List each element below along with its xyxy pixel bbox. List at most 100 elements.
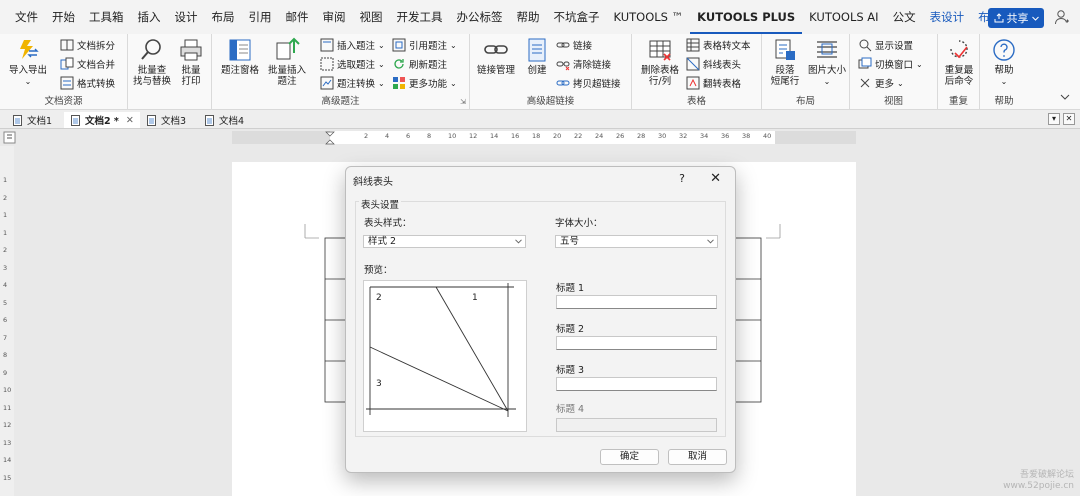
title3-input[interactable] bbox=[556, 377, 717, 391]
doc-tab-3[interactable]: 文档3 bbox=[140, 112, 192, 128]
format-convert-button[interactable]: 格式转换 bbox=[60, 74, 115, 92]
display-settings-button[interactable]: 显示设置 bbox=[858, 36, 913, 54]
menu-toolbox[interactable]: 工具箱 bbox=[82, 0, 131, 34]
insert-caption-label: 插入题注 bbox=[337, 41, 376, 52]
group-repeat: 重复最 后命令 重复 bbox=[938, 34, 980, 110]
font-size-select[interactable]: 五号 bbox=[555, 235, 718, 248]
clear-link-button[interactable]: 清除链接 bbox=[556, 55, 611, 73]
group-label: 布局 bbox=[795, 96, 815, 107]
dialog-title: 斜线表头 bbox=[353, 177, 393, 188]
doc-merge-button[interactable]: 文档合并 bbox=[60, 55, 115, 73]
doc-tab-1[interactable]: 文档1 bbox=[6, 112, 58, 128]
help-icon[interactable]: ? bbox=[679, 172, 685, 185]
menu-help[interactable]: 帮助 bbox=[510, 0, 547, 34]
ruler-tick-label: 13 bbox=[3, 438, 12, 447]
close-icon[interactable]: ✕ bbox=[710, 171, 721, 186]
chevron-down-icon bbox=[707, 239, 714, 244]
group-label: 表格 bbox=[686, 96, 706, 107]
switch-window-button[interactable]: 切换窗口 ⌄ bbox=[858, 55, 923, 73]
document-icon bbox=[13, 114, 22, 126]
menu-official-doc[interactable]: 公文 bbox=[886, 0, 923, 34]
title1-input[interactable] bbox=[556, 295, 717, 309]
header-settings-label: 表头设置 bbox=[359, 197, 402, 211]
more-features-button[interactable]: 更多功能 ⌄ bbox=[392, 74, 457, 92]
close-icon[interactable]: ✕ bbox=[126, 115, 134, 126]
title2-input[interactable] bbox=[556, 336, 717, 350]
menu-view[interactable]: 视图 bbox=[353, 0, 390, 34]
repeat-last-command-button[interactable]: 重复最 后命令 bbox=[940, 37, 978, 87]
doc-tab-4[interactable]: 文档4 bbox=[198, 112, 250, 128]
ruler-tick-label: 2 bbox=[364, 132, 369, 140]
share-button[interactable]: 共享 bbox=[988, 8, 1044, 28]
horizontal-ruler[interactable]: 2 4 6 8 10 12 14 16 18 20 22 24 26 28 30 32 34 36 38 40 bbox=[232, 130, 856, 144]
ruler-tick-label: 4 bbox=[3, 281, 8, 289]
preview-number-2: 2 bbox=[376, 293, 382, 303]
paragraph-short-tail-button[interactable]: 段落 短尾行 bbox=[766, 37, 804, 87]
paragraph-icon bbox=[775, 39, 795, 60]
dialog-launcher-icon[interactable]: ⇲ bbox=[460, 98, 466, 106]
delete-rows-cols-label: 删除表格 行/列 bbox=[640, 65, 679, 87]
cancel-button[interactable]: 取消 bbox=[668, 449, 727, 465]
insert-caption-button[interactable]: 插入题注 ⌄ bbox=[320, 36, 385, 54]
menu-kutools-ai[interactable]: KUTOOLS AI bbox=[802, 0, 885, 34]
ok-button[interactable]: 确定 bbox=[600, 449, 659, 465]
tab-close-button[interactable]: ✕ bbox=[1063, 113, 1075, 125]
header-style-select[interactable]: 样式 2 bbox=[363, 235, 526, 248]
font-size-value: 五号 bbox=[560, 236, 580, 247]
tab-list-dropdown[interactable]: ▾ bbox=[1048, 113, 1060, 125]
help-button[interactable]: 帮助 ⌄ bbox=[986, 37, 1022, 87]
menu-review[interactable]: 审阅 bbox=[316, 0, 353, 34]
group-label: 视图 bbox=[883, 96, 903, 107]
flip-table-button[interactable]: 翻转表格 bbox=[686, 74, 741, 92]
collapse-ribbon-icon[interactable] bbox=[1060, 92, 1070, 102]
menu-kutools[interactable]: KUTOOLS ™ bbox=[607, 0, 691, 34]
copy-hyperlink-label: 拷贝超链接 bbox=[573, 79, 621, 90]
batch-print-button[interactable]: 批量 打印 bbox=[174, 37, 208, 87]
doc-split-button[interactable]: 文档拆分 bbox=[60, 36, 115, 54]
share-label: 共享 bbox=[1006, 12, 1029, 25]
caption-pane-button[interactable]: 题注窗格 bbox=[218, 37, 262, 76]
refresh-caption-button[interactable]: 刷新题注 bbox=[392, 55, 447, 73]
share-icon bbox=[994, 13, 1003, 23]
link-manager-button[interactable]: 链接管理 bbox=[474, 37, 518, 76]
preview-label: 预览： bbox=[364, 265, 393, 276]
menu-table-design[interactable]: 表设计 bbox=[923, 0, 972, 34]
table-to-text-button[interactable]: 表格转文本 bbox=[686, 36, 751, 54]
create-link-button[interactable]: 创建 bbox=[522, 37, 552, 76]
image-size-button[interactable]: 图片大小 ⌄ bbox=[806, 37, 848, 87]
menu-kutools-plus[interactable]: KUTOOLS PLUS bbox=[690, 0, 803, 34]
import-export-button[interactable]: 导入导出 ⌄ bbox=[8, 37, 48, 87]
menu-file[interactable]: 文件 bbox=[8, 0, 45, 34]
menu-bukeng-box[interactable]: 不坑盒子 bbox=[547, 0, 607, 34]
more-features-icon bbox=[393, 77, 405, 89]
copy-hyperlink-button[interactable]: 拷贝超链接 bbox=[556, 74, 621, 92]
menu-design[interactable]: 设计 bbox=[168, 0, 205, 34]
select-caption-button[interactable]: 选取题注 ⌄ bbox=[320, 55, 385, 73]
ruler-tick-label: 7 bbox=[3, 333, 8, 342]
menu-home[interactable]: 开始 bbox=[45, 0, 82, 34]
menu-layout[interactable]: 布局 bbox=[205, 0, 242, 34]
person-icon[interactable] bbox=[1054, 9, 1070, 25]
vertical-ruler[interactable]: 1 2 1 1 2 3 4 5 6 7 8 9 10 11 12 13 14 15 bbox=[0, 146, 14, 496]
delete-rows-cols-button[interactable]: 删除表格 行/列 bbox=[638, 37, 682, 87]
doc-tab-2[interactable]: 文档2 * ✕ bbox=[64, 112, 140, 128]
ruler-tick-label: 9 bbox=[3, 368, 8, 377]
menu-office-tab[interactable]: 办公标签 bbox=[450, 0, 510, 34]
batch-insert-caption-button[interactable]: 批量插入 题注 bbox=[264, 37, 310, 87]
menu-developer[interactable]: 开发工具 bbox=[390, 0, 450, 34]
repeat-last-command-label: 重复最 后命令 bbox=[944, 65, 974, 87]
menu-insert[interactable]: 插入 bbox=[131, 0, 168, 34]
more-view-button[interactable]: 更多 ⌄ bbox=[858, 74, 904, 92]
ref-caption-button[interactable]: 引用题注 ⌄ bbox=[392, 36, 457, 54]
menu-mailings[interactable]: 邮件 bbox=[279, 0, 316, 34]
ruler-tick-label: 28 bbox=[637, 132, 646, 140]
table-to-text-label: 表格转文本 bbox=[703, 41, 751, 52]
diagonal-header-button[interactable]: 斜线表头 bbox=[686, 55, 741, 73]
caption-convert-button[interactable]: 题注转换 ⌄ bbox=[320, 74, 385, 92]
batch-find-replace-button[interactable]: 批量查 找与替换 bbox=[132, 37, 172, 87]
copy-link-icon bbox=[556, 80, 570, 86]
group-view: 显示设置 切换窗口 ⌄ 更多 ⌄ 视图 bbox=[850, 34, 938, 110]
chevron-down-icon bbox=[1031, 16, 1039, 21]
link-button[interactable]: 链接 bbox=[556, 36, 592, 54]
menu-references[interactable]: 引用 bbox=[242, 0, 279, 34]
